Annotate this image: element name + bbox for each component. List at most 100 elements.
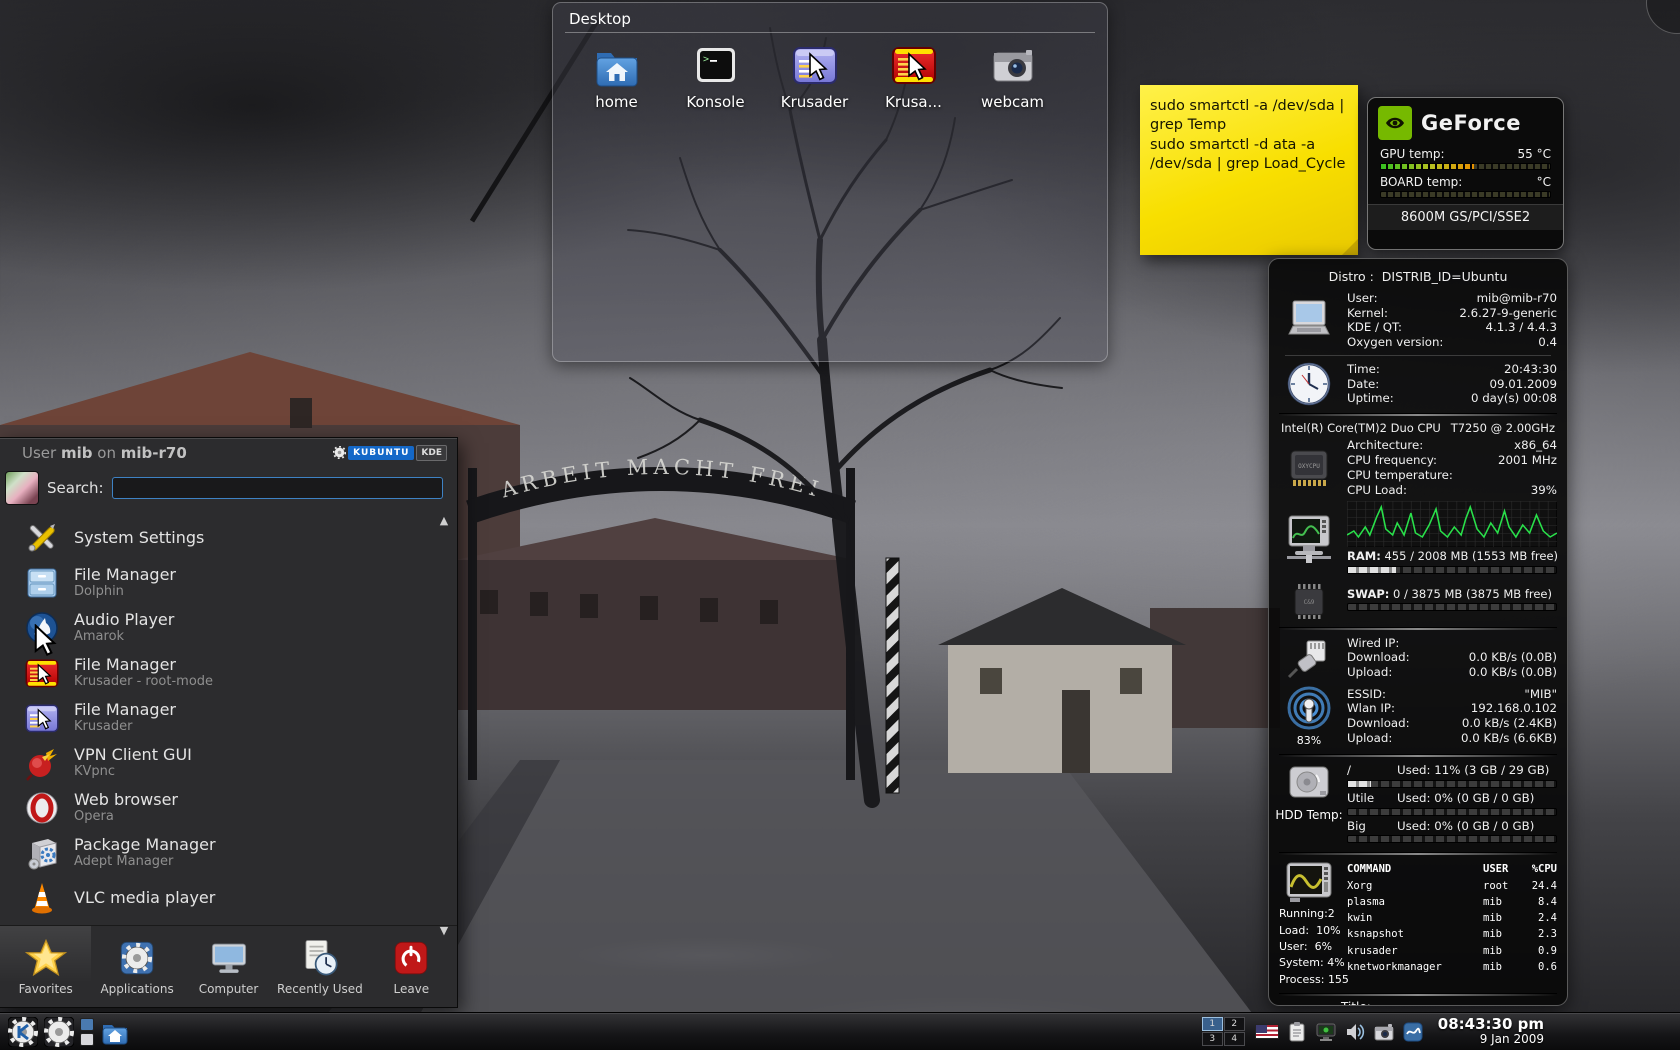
tab-applications[interactable]: Applications bbox=[91, 926, 182, 1007]
plasma-tray-icon[interactable] bbox=[1402, 1021, 1424, 1043]
disk-utile-bar bbox=[1347, 807, 1557, 816]
note-line: /dev/sda | grep Load_Cycle bbox=[1150, 155, 1346, 172]
krusader-root-icon bbox=[24, 655, 60, 691]
desktop-icon-konsole[interactable]: > Konsole bbox=[666, 41, 765, 111]
menu-item-kvpnc[interactable]: VPN Client GUI KVpnc bbox=[0, 740, 457, 785]
system-tray bbox=[1254, 1021, 1424, 1043]
search-input[interactable] bbox=[111, 477, 443, 499]
note-line: grep Temp bbox=[1150, 117, 1227, 134]
svg-text:ARBEIT MACHT FREI: ARBEIT MACHT FREI bbox=[497, 455, 825, 503]
gate-sign-text: ARBEIT MACHT FREI bbox=[497, 455, 820, 503]
scroll-up-button[interactable]: ▲ bbox=[435, 513, 453, 527]
desktop-icon-krusader[interactable]: Krusader bbox=[765, 41, 864, 111]
nvidia-logo-icon bbox=[1378, 106, 1412, 140]
note-line: sudo smartctl -a /dev/sda | bbox=[1150, 98, 1345, 114]
menu-item-krusader[interactable]: File Manager Krusader bbox=[0, 695, 457, 740]
user-avatar[interactable] bbox=[5, 471, 39, 505]
menu-item-krusader-root[interactable]: File Manager Krusader - root-mode bbox=[0, 650, 457, 695]
pager-desktop-3[interactable]: 3 bbox=[1201, 1032, 1223, 1046]
ram-usage-bar bbox=[1347, 565, 1557, 574]
svg-text:>: > bbox=[703, 54, 709, 65]
hdd-temp-label: HDD Temp: bbox=[1275, 808, 1343, 823]
folder-view-title: Desktop bbox=[569, 10, 631, 28]
kickoff-menu: User mib on mib-r70 KUBUNTU KDE Search: ▲… bbox=[0, 437, 458, 1008]
ethernet-plug-icon bbox=[1287, 640, 1326, 678]
show-desktop-button[interactable] bbox=[80, 1017, 94, 1031]
svg-text:C&9: C&9 bbox=[1304, 599, 1315, 606]
desktop-icon-webcam[interactable]: webcam bbox=[963, 41, 1062, 111]
distro-line: Distro : DISTRIB_ID=Ubuntu bbox=[1328, 269, 1508, 284]
wifi-strength: 83% bbox=[1296, 733, 1322, 747]
process-monitor-icon bbox=[1286, 862, 1332, 903]
gpu-temp-label: GPU temp: bbox=[1380, 147, 1445, 161]
volume-tray-icon[interactable] bbox=[1344, 1021, 1366, 1043]
ksnapshot-tray-icon[interactable] bbox=[1373, 1021, 1395, 1043]
krusader-root-icon bbox=[890, 41, 938, 89]
pager-desktop-4[interactable]: 4 bbox=[1223, 1032, 1245, 1046]
quick-launch-icon[interactable] bbox=[80, 1032, 94, 1046]
note-line: sudo smartctl -d ata -a bbox=[1150, 136, 1316, 153]
webcam-camera-icon bbox=[993, 50, 1032, 82]
vlc-icon bbox=[32, 882, 52, 913]
media-player-widget: Title: Artist: Time:/ bbox=[1279, 1000, 1557, 1005]
pager-desktop-2[interactable]: 2 bbox=[1223, 1017, 1245, 1031]
favorites-list: ▲ ▼ System Settings File ManagerDolphin bbox=[0, 511, 457, 939]
kde-gear-launcher[interactable] bbox=[44, 1016, 74, 1047]
tab-computer[interactable]: Computer bbox=[183, 926, 274, 1007]
gpu-temp-bar bbox=[1380, 163, 1551, 170]
clock-date: 9 Jan 2009 bbox=[1479, 1032, 1544, 1047]
board-temp-bar bbox=[1380, 191, 1551, 198]
menu-item-vlc[interactable]: VLC media player bbox=[0, 875, 457, 920]
gpu-temp-value: 55 °C bbox=[1517, 147, 1551, 161]
wifi-signal-icon bbox=[1287, 686, 1331, 730]
desktop-icon-home[interactable]: home bbox=[567, 41, 666, 111]
cpu-history-monitor-icon bbox=[1287, 515, 1331, 563]
adept-package-manager-icon bbox=[28, 838, 57, 869]
menu-item-dolphin[interactable]: File Manager Dolphin bbox=[0, 560, 457, 605]
gpu-model: 8600M GS/PCI/SSE2 bbox=[1368, 204, 1563, 230]
swap-usage-bar bbox=[1347, 603, 1557, 612]
menu-item-amarok[interactable]: Audio Player Amarok bbox=[0, 605, 457, 650]
plasma-toolbox-cashew[interactable] bbox=[1646, 0, 1680, 34]
tab-favorites[interactable]: Favorites bbox=[0, 926, 92, 1007]
kickoff-user-banner: User mib on mib-r70 KUBUNTU KDE bbox=[0, 438, 457, 466]
clock-time: 08:43:30 pm bbox=[1437, 1014, 1544, 1033]
laptop-icon bbox=[1288, 300, 1330, 335]
cpu-chip-icon: OXYCPU bbox=[1290, 450, 1328, 486]
opera-icon bbox=[26, 792, 58, 823]
gpu-brand: GeForce bbox=[1421, 111, 1521, 135]
krusader-icon bbox=[24, 700, 60, 736]
kde-gear-icon bbox=[333, 446, 347, 459]
disk-big-bar bbox=[1347, 835, 1557, 844]
menu-item-adept[interactable]: Package Manager Adept Manager bbox=[0, 830, 457, 875]
klipper-tray-icon[interactable] bbox=[1286, 1021, 1308, 1043]
krusader-icon bbox=[791, 41, 839, 89]
menu-item-opera[interactable]: Web browser Opera bbox=[0, 785, 457, 830]
sticky-note-widget[interactable]: sudo smartctl -a /dev/sda | grep Temp su… bbox=[1140, 85, 1358, 255]
desktop-icon-krusader-root[interactable]: Krusa... bbox=[864, 41, 963, 111]
menu-item-system-settings[interactable]: System Settings bbox=[0, 515, 457, 560]
konsole-terminal-icon: > bbox=[696, 48, 735, 82]
folder-view-widget: Desktop home > Konsole Krusader Krusa...… bbox=[552, 2, 1108, 362]
home-folder-launcher[interactable] bbox=[100, 1017, 130, 1047]
hard-disk-icon bbox=[1289, 766, 1329, 798]
kubuntu-kde-badge: KUBUNTU KDE bbox=[333, 444, 447, 461]
kickoff-tab-bar: Favorites Applications Computer Recently… bbox=[0, 925, 457, 1007]
k-menu-button[interactable] bbox=[8, 1016, 38, 1047]
desktop-pager: 1 2 3 4 bbox=[1201, 1017, 1245, 1046]
computer-icon bbox=[211, 943, 246, 973]
home-folder-icon bbox=[596, 53, 637, 87]
dolphin-file-manager-icon bbox=[27, 568, 57, 597]
clock-icon bbox=[1287, 362, 1331, 406]
svg-text:OXYCPU: OXYCPU bbox=[1298, 463, 1320, 470]
ram-chip-icon: C&9 bbox=[1294, 583, 1324, 619]
tab-leave[interactable]: Leave bbox=[366, 926, 457, 1007]
tab-recently-used[interactable]: Recently Used bbox=[274, 926, 365, 1007]
digital-clock[interactable]: 08:43:30 pm 9 Jan 2009 bbox=[1437, 1014, 1544, 1047]
network-tray-icon[interactable] bbox=[1315, 1021, 1337, 1043]
board-temp-value: °C bbox=[1536, 175, 1551, 189]
process-table: COMMAND USER %CPU Xorg root 24.4 plasma mib 8.… bbox=[1347, 863, 1557, 973]
pager-desktop-1[interactable]: 1 bbox=[1201, 1017, 1223, 1031]
gpu-temp-widget: GeForce GPU temp: 55 °C BOARD temp: °C 860… bbox=[1367, 97, 1564, 250]
keyboard-layout-flag-icon[interactable] bbox=[1254, 1024, 1279, 1039]
